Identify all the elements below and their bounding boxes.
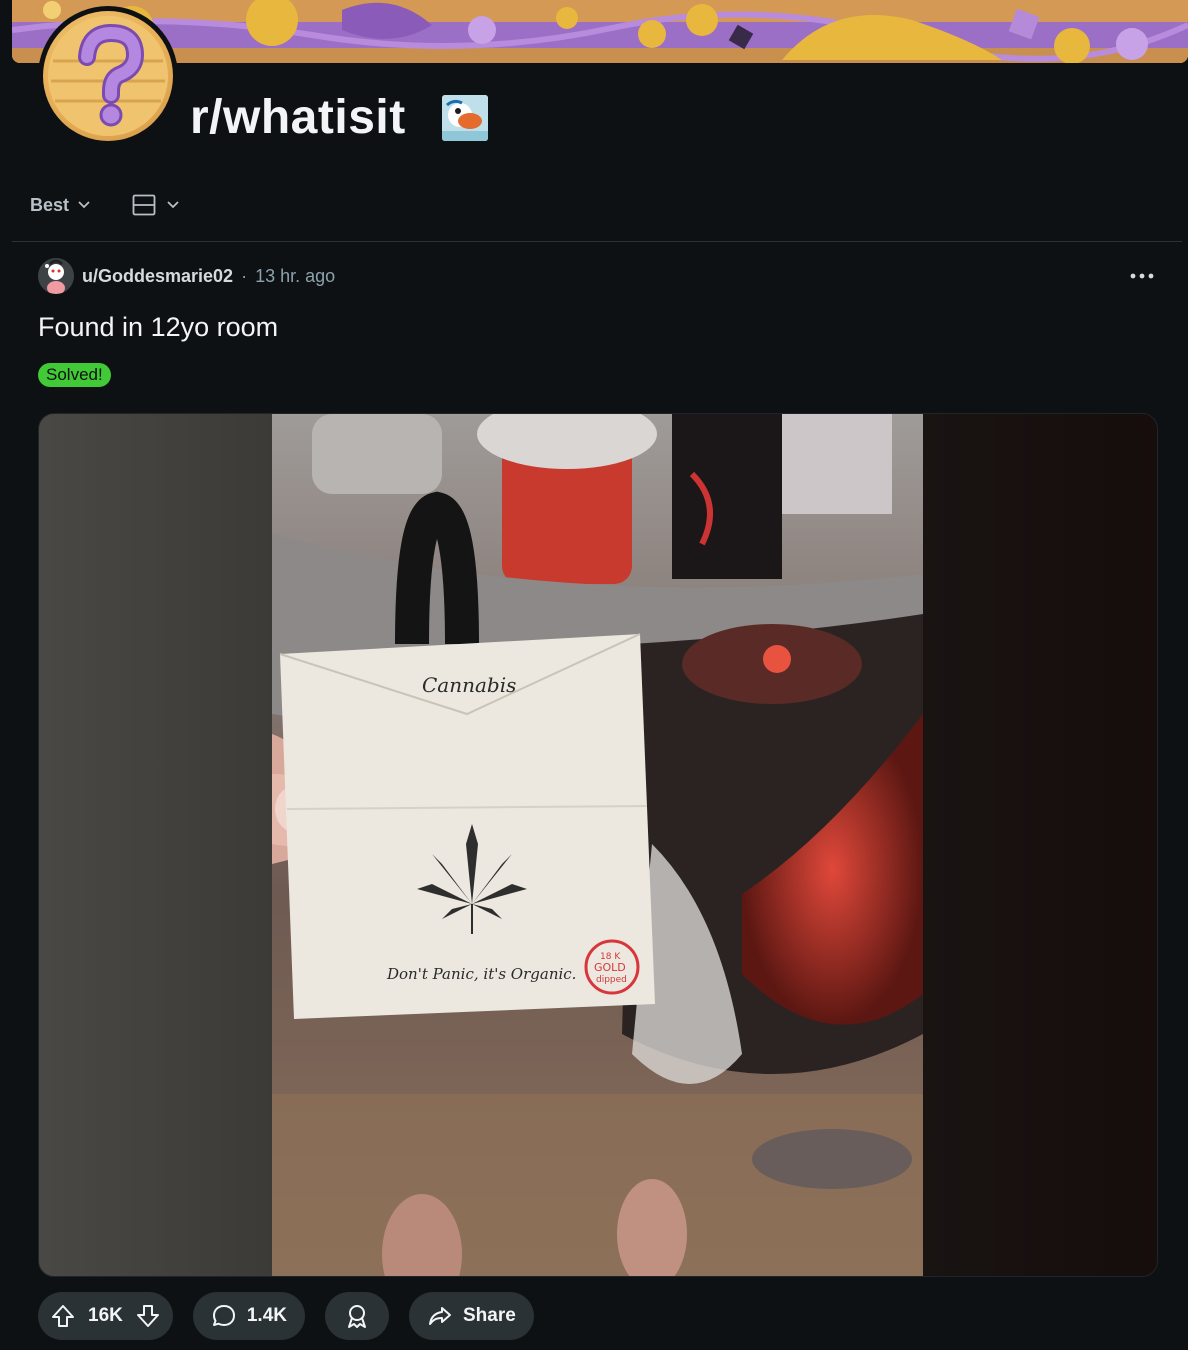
share-icon <box>429 1307 451 1325</box>
vote-count: 16K <box>88 1305 123 1326</box>
comment-count: 1.4K <box>246 1305 287 1326</box>
sort-label: Best <box>30 194 70 215</box>
award-button[interactable] <box>325 1292 389 1340</box>
subreddit-avatar[interactable] <box>38 6 178 146</box>
vote-pill: 16K <box>38 1292 173 1340</box>
divider <box>12 241 1182 242</box>
subreddit-banner <box>12 0 1188 63</box>
comments-button[interactable]: 1.4K <box>192 1292 305 1340</box>
comment-icon <box>212 1305 235 1326</box>
more-options-button[interactable] <box>1122 264 1162 288</box>
more-icon <box>1130 273 1154 279</box>
post-actions: 16K 1.4K Share <box>38 1292 534 1340</box>
share-button[interactable]: Share <box>409 1292 534 1340</box>
award-icon <box>348 1305 366 1328</box>
card-tagline: Don't Panic, it's Organic. <box>386 965 576 983</box>
chevron-down-icon <box>167 201 179 209</box>
card-heading: Cannabis <box>422 673 516 697</box>
user-avatar[interactable] <box>38 258 74 294</box>
post-image[interactable]: Cannabis Don't Panic, it's Organic. 18 K… <box>272 414 923 1277</box>
upvote-icon[interactable] <box>50 1303 76 1329</box>
post-title[interactable]: Found in 12yo room <box>38 308 278 346</box>
post-meta: u/Goddesmarie02 · 13 hr. ago <box>38 258 335 294</box>
share-label: Share <box>463 1305 516 1326</box>
chevron-down-icon <box>78 201 90 209</box>
sort-dropdown[interactable]: Best <box>30 191 91 219</box>
question-mark-icon <box>48 16 168 136</box>
stamp-line-3: dipped <box>596 975 627 985</box>
subreddit-title[interactable]: r/whatisit <box>190 88 406 148</box>
reddit-page: r/whatisit Best u/Goddesmarie02 · 13 hr.… <box>0 0 1188 1350</box>
meta-separator: · <box>241 265 248 286</box>
post-media[interactable]: Cannabis Don't Panic, it's Organic. 18 K… <box>38 413 1158 1277</box>
post-time: 13 hr. ago <box>255 265 336 286</box>
post-flair[interactable]: Solved! <box>38 363 111 387</box>
card-view-icon <box>132 194 156 216</box>
downvote-icon[interactable] <box>135 1303 161 1329</box>
subreddit-badge-image <box>442 95 488 141</box>
sort-bar: Best <box>12 185 1182 225</box>
stamp-line-2: GOLD <box>594 961 626 974</box>
post-author[interactable]: u/Goddesmarie02 <box>82 266 233 287</box>
view-layout-dropdown[interactable] <box>132 191 180 219</box>
